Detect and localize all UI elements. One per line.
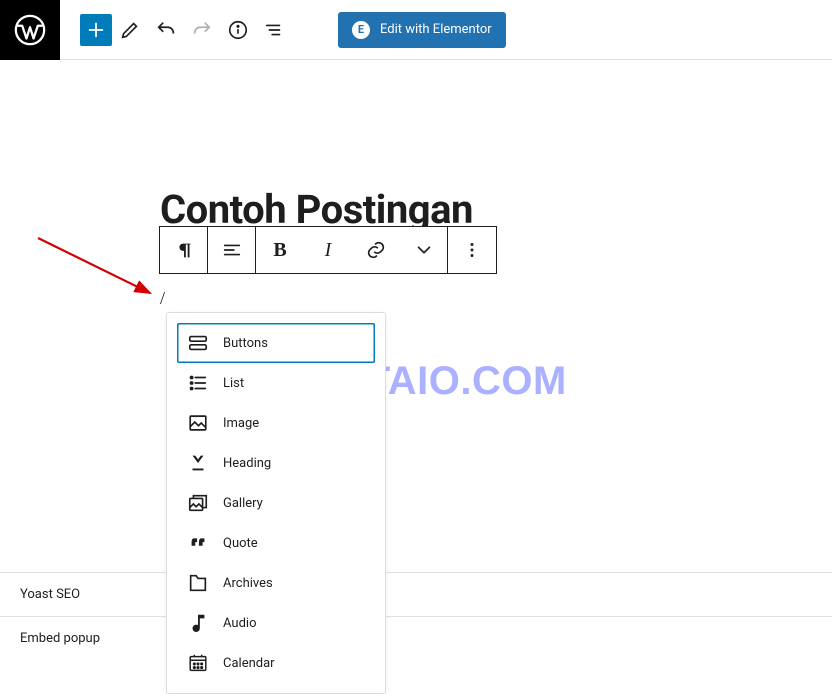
paragraph-block-icon[interactable] — [160, 227, 208, 273]
popup-item-label: Audio — [223, 616, 256, 631]
slash-text[interactable]: / — [160, 288, 165, 309]
more-rich-text-button[interactable] — [400, 227, 448, 273]
popup-item-label: Gallery — [223, 496, 263, 511]
list-icon — [187, 372, 209, 394]
panel-label: Yoast SEO — [20, 587, 80, 602]
buttons-icon — [187, 332, 209, 354]
more-options-button[interactable] — [448, 227, 496, 273]
gallery-icon — [187, 492, 209, 514]
popup-item-label: Heading — [223, 456, 271, 471]
top-toolbar: E Edit with Elementor — [0, 0, 832, 60]
image-icon — [187, 412, 209, 434]
heading-icon — [187, 452, 209, 474]
popup-item-label: List — [223, 376, 244, 391]
edit-mode-button[interactable] — [112, 12, 148, 48]
audio-icon — [187, 612, 209, 634]
wordpress-logo[interactable] — [0, 0, 60, 60]
block-toolbar: B I — [159, 226, 497, 274]
editor-area: Contoh Postingan B I — [0, 60, 832, 118]
popup-item-buttons[interactable]: Buttons — [177, 323, 375, 363]
popup-item-quote[interactable]: Quote — [177, 523, 375, 563]
popup-item-calendar[interactable]: Calendar — [177, 643, 375, 683]
popup-item-label: Archives — [223, 576, 273, 591]
calendar-icon — [187, 652, 209, 674]
popup-item-label: Image — [223, 416, 259, 431]
popup-item-audio[interactable]: Audio — [177, 603, 375, 643]
popup-item-label: Buttons — [223, 336, 268, 351]
italic-button[interactable]: I — [304, 227, 352, 273]
archives-icon — [187, 572, 209, 594]
undo-button[interactable] — [148, 12, 184, 48]
popup-item-heading[interactable]: Heading — [177, 443, 375, 483]
redo-button[interactable] — [184, 12, 220, 48]
panel-yoast-seo[interactable]: Yoast SEO — [0, 572, 832, 616]
link-button[interactable] — [352, 227, 400, 273]
add-block-button[interactable] — [80, 14, 112, 46]
bold-button[interactable]: B — [256, 227, 304, 273]
popup-item-image[interactable]: Image — [177, 403, 375, 443]
popup-item-archives[interactable]: Archives — [177, 563, 375, 603]
document-outline-button[interactable] — [256, 12, 292, 48]
popup-item-gallery[interactable]: Gallery — [177, 483, 375, 523]
elementor-icon: E — [352, 21, 370, 39]
quote-icon — [187, 532, 209, 554]
popup-item-label: Quote — [223, 536, 258, 551]
popup-item-label: Calendar — [223, 656, 275, 671]
info-button[interactable] — [220, 12, 256, 48]
elementor-label: Edit with Elementor — [380, 22, 492, 37]
block-inserter-popup: Buttons List Image — [166, 312, 386, 694]
panel-embed-popup[interactable]: Embed popup — [0, 616, 832, 660]
bottom-panels: Yoast SEO Embed popup — [0, 572, 832, 660]
edit-with-elementor-button[interactable]: E Edit with Elementor — [338, 12, 506, 48]
align-text-button[interactable] — [208, 227, 256, 273]
annotation-arrow — [34, 230, 164, 310]
panel-label: Embed popup — [20, 631, 100, 646]
popup-item-list[interactable]: List — [177, 363, 375, 403]
